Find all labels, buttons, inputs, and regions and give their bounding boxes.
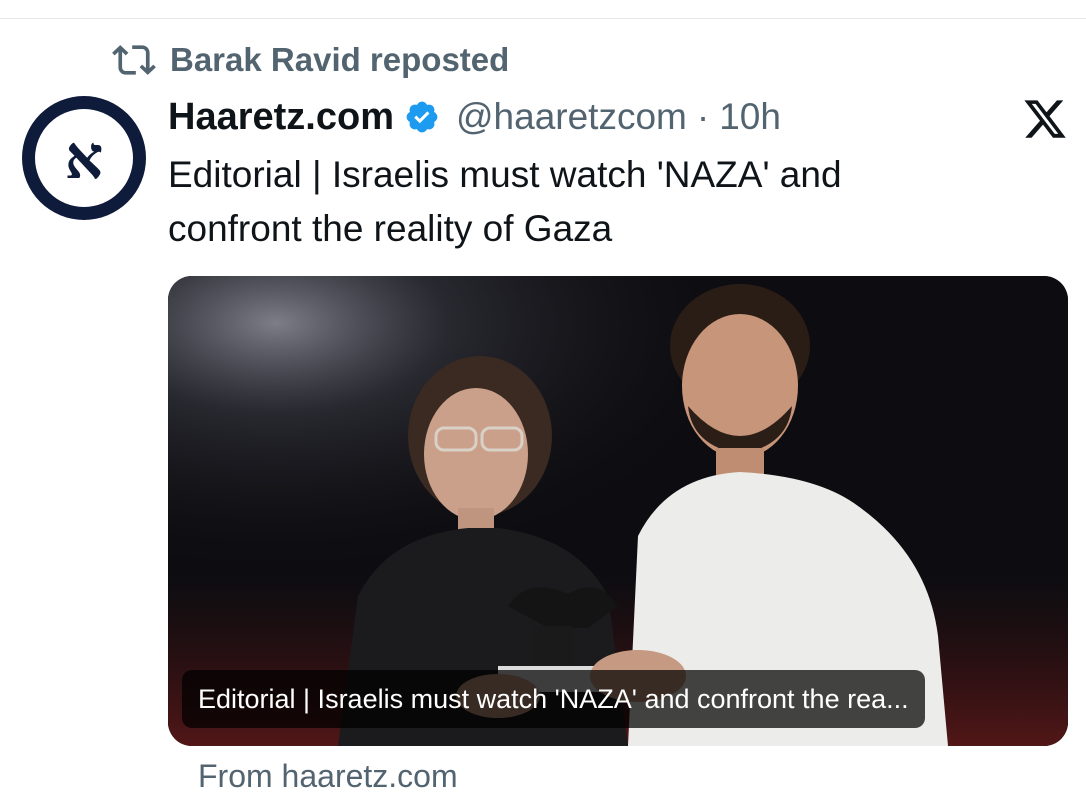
avatar[interactable]: א [22, 96, 146, 220]
repost-indicator[interactable]: Barak Ravid reposted [112, 38, 509, 82]
timestamp[interactable]: 10h [719, 96, 781, 138]
haaretz-logo: א [64, 123, 104, 193]
divider [0, 18, 1086, 19]
separator-dot: · [696, 96, 710, 137]
tweet-text-line: confront the reality of Gaza [168, 208, 613, 249]
avatar-inner: א [35, 109, 133, 207]
author-handle[interactable]: @haaretzcom [456, 96, 687, 138]
repost-label: Barak Ravid reposted [170, 41, 510, 78]
repost-icon [112, 45, 156, 75]
tweet-text-line: Editorial | Israelis must watch 'NAZA' a… [168, 154, 842, 195]
link-card-title: Editorial | Israelis must watch 'NAZA' a… [182, 670, 925, 728]
tweet-card[interactable]: Barak Ravid reposted א Haaretz.com @haar… [0, 0, 1086, 802]
tweet-text: Editorial | Israelis must watch 'NAZA' a… [168, 148, 1048, 256]
link-source[interactable]: From haaretz.com [198, 758, 458, 795]
author-name[interactable]: Haaretz.com [168, 96, 394, 139]
author-row: Haaretz.com @haaretzcom · 10h [168, 92, 781, 142]
link-card-image[interactable]: Editorial | Israelis must watch 'NAZA' a… [168, 276, 1068, 746]
x-logo-icon[interactable] [1022, 96, 1068, 142]
verified-badge-icon [406, 101, 438, 133]
